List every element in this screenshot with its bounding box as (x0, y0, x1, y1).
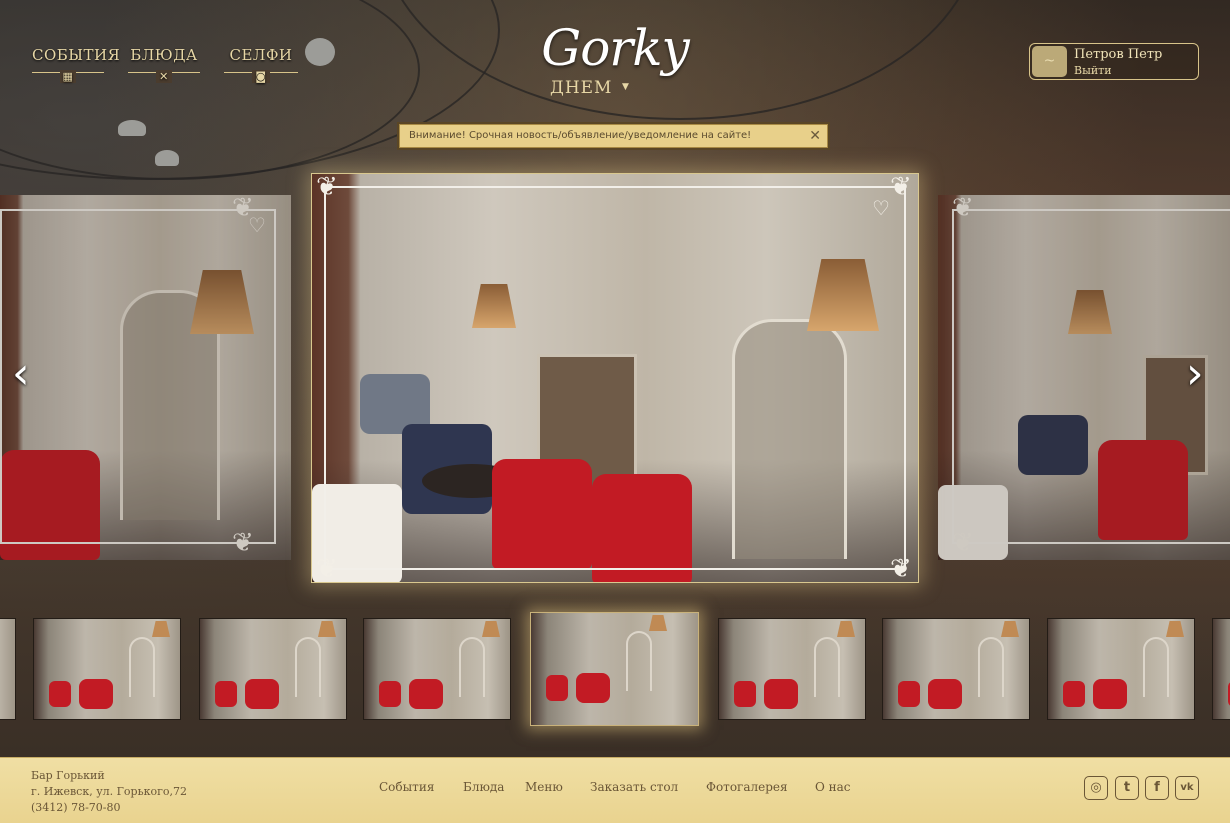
thumb-statue (129, 637, 155, 697)
footer-link-menu[interactable]: Меню (525, 780, 563, 794)
footer-link-reserve[interactable]: Заказать стол (590, 780, 678, 794)
thumb-chair (215, 681, 237, 707)
user-name[interactable]: Петров Петр (1074, 47, 1162, 62)
nav-events-label: СОБЫТИЯ (32, 46, 121, 64)
thumbnail[interactable] (1047, 618, 1195, 720)
slide-prev[interactable]: ♡ ❦ ❦ (0, 195, 291, 560)
footer: Бар Горький г. Ижевск, ул. Горького,72 (… (0, 757, 1230, 823)
thumb-chair (734, 681, 756, 707)
ceiling-lamp (305, 38, 335, 66)
nav-ornament: ◙ (224, 66, 298, 83)
thumb-statue (459, 637, 485, 697)
thumbnail[interactable] (363, 618, 511, 720)
mustache-icon: ~ (1032, 46, 1067, 77)
logo[interactable]: Gorky ДНЕМ ▼ (530, 18, 700, 108)
notice-banner: Внимание! Срочная новость/объявление/уве… (399, 124, 828, 148)
thumb-chair (245, 679, 279, 709)
slide-dim (0, 195, 291, 560)
close-icon[interactable]: ✕ (809, 128, 821, 144)
thumb-chair (546, 675, 568, 701)
ceiling-lamp (155, 150, 179, 166)
ceiling-rib (0, 0, 420, 180)
thumb-statue (978, 637, 1004, 697)
nav-dishes[interactable]: БЛЮДА ✕ (128, 46, 200, 83)
flourish-icon: ❦ (316, 173, 338, 202)
logo-script: Gorky (541, 19, 690, 77)
thumb-statue (626, 631, 652, 691)
next-arrow-icon[interactable]: › (1186, 352, 1204, 396)
notice-text: Внимание! Срочная новость/объявление/уве… (409, 130, 752, 141)
thumb-chair (576, 673, 610, 703)
footer-link-gallery[interactable]: Фотогалерея (706, 780, 788, 794)
thumbnail-active[interactable] (530, 612, 699, 726)
thumb-chair (49, 681, 71, 707)
vk-icon[interactable]: vk (1175, 776, 1199, 800)
thumbnail[interactable] (718, 618, 866, 720)
thumbnail[interactable] (1212, 618, 1230, 720)
nav-dishes-label: БЛЮДА (130, 46, 198, 64)
thumb-statue (814, 637, 840, 697)
thumb-chair (898, 681, 920, 707)
camera-icon: ◙ (252, 70, 270, 83)
footer-address-block: Бар Горький г. Ижевск, ул. Горького,72 (… (31, 768, 187, 816)
heart-icon[interactable]: ♡ (872, 198, 890, 218)
nav-events[interactable]: СОБЫТИЯ ▦ (32, 46, 120, 83)
footer-link-dishes[interactable]: Блюда (463, 780, 504, 794)
thumb-chair (79, 679, 113, 709)
background-scene: СОБЫТИЯ ▦ БЛЮДА ✕ СЕЛФИ ◙ Gorky ДНЕМ ▼ ~… (0, 0, 1230, 757)
nav-ornament: ✕ (128, 66, 200, 83)
thumbnail-photo (0, 619, 15, 719)
footer-link-events[interactable]: События (379, 780, 434, 794)
flourish-icon: ❦ (890, 554, 912, 583)
slide-current[interactable]: ♡ ❦ ❦ ❦ ❦ (311, 173, 919, 583)
mode-selector[interactable]: ДНЕМ (550, 78, 612, 98)
address: г. Ижевск, ул. Горького,72 (31, 785, 187, 798)
thumb-chair (928, 679, 962, 709)
facebook-icon[interactable]: f (1145, 776, 1169, 800)
bar-name: Бар Горький (31, 769, 105, 782)
nav-selfie-label: СЕЛФИ (229, 46, 293, 64)
ceiling-lamp (118, 120, 146, 136)
twitter-icon[interactable]: t (1115, 776, 1139, 800)
nav-selfie[interactable]: СЕЛФИ ◙ (224, 46, 298, 83)
thumbnail[interactable] (882, 618, 1030, 720)
thumb-chair (1063, 681, 1085, 707)
thumbnail[interactable] (33, 618, 181, 720)
calendar-icon: ▦ (59, 70, 77, 83)
instagram-icon[interactable]: ◎ (1084, 776, 1108, 800)
flourish-icon: ❦ (316, 554, 338, 583)
thumb-chair (764, 679, 798, 709)
thumbnail-photo (531, 613, 698, 725)
thumbnail[interactable] (199, 618, 347, 720)
cutlery-icon: ✕ (156, 70, 172, 83)
thumb-chair (379, 681, 401, 707)
photo-arch (732, 319, 847, 559)
photo-chair (492, 459, 592, 569)
logout-link[interactable]: Выйти (1074, 64, 1112, 77)
nav-ornament: ▦ (32, 66, 104, 83)
thumb-chair (409, 679, 443, 709)
footer-link-about[interactable]: О нас (815, 780, 851, 794)
phone[interactable]: (3412) 78-70-80 (31, 800, 187, 816)
thumbnail-photo (1213, 619, 1230, 719)
flourish-icon: ❦ (890, 173, 912, 202)
thumbnail[interactable] (0, 618, 16, 720)
thumb-chair (1093, 679, 1127, 709)
thumb-statue (1143, 637, 1169, 697)
user-panel[interactable]: ~ Петров Петр Выйти (1029, 43, 1199, 80)
thumb-statue (295, 637, 321, 697)
prev-arrow-icon[interactable]: ‹ (12, 352, 30, 396)
photo-chair (592, 474, 692, 582)
chevron-down-icon[interactable]: ▼ (622, 82, 629, 92)
